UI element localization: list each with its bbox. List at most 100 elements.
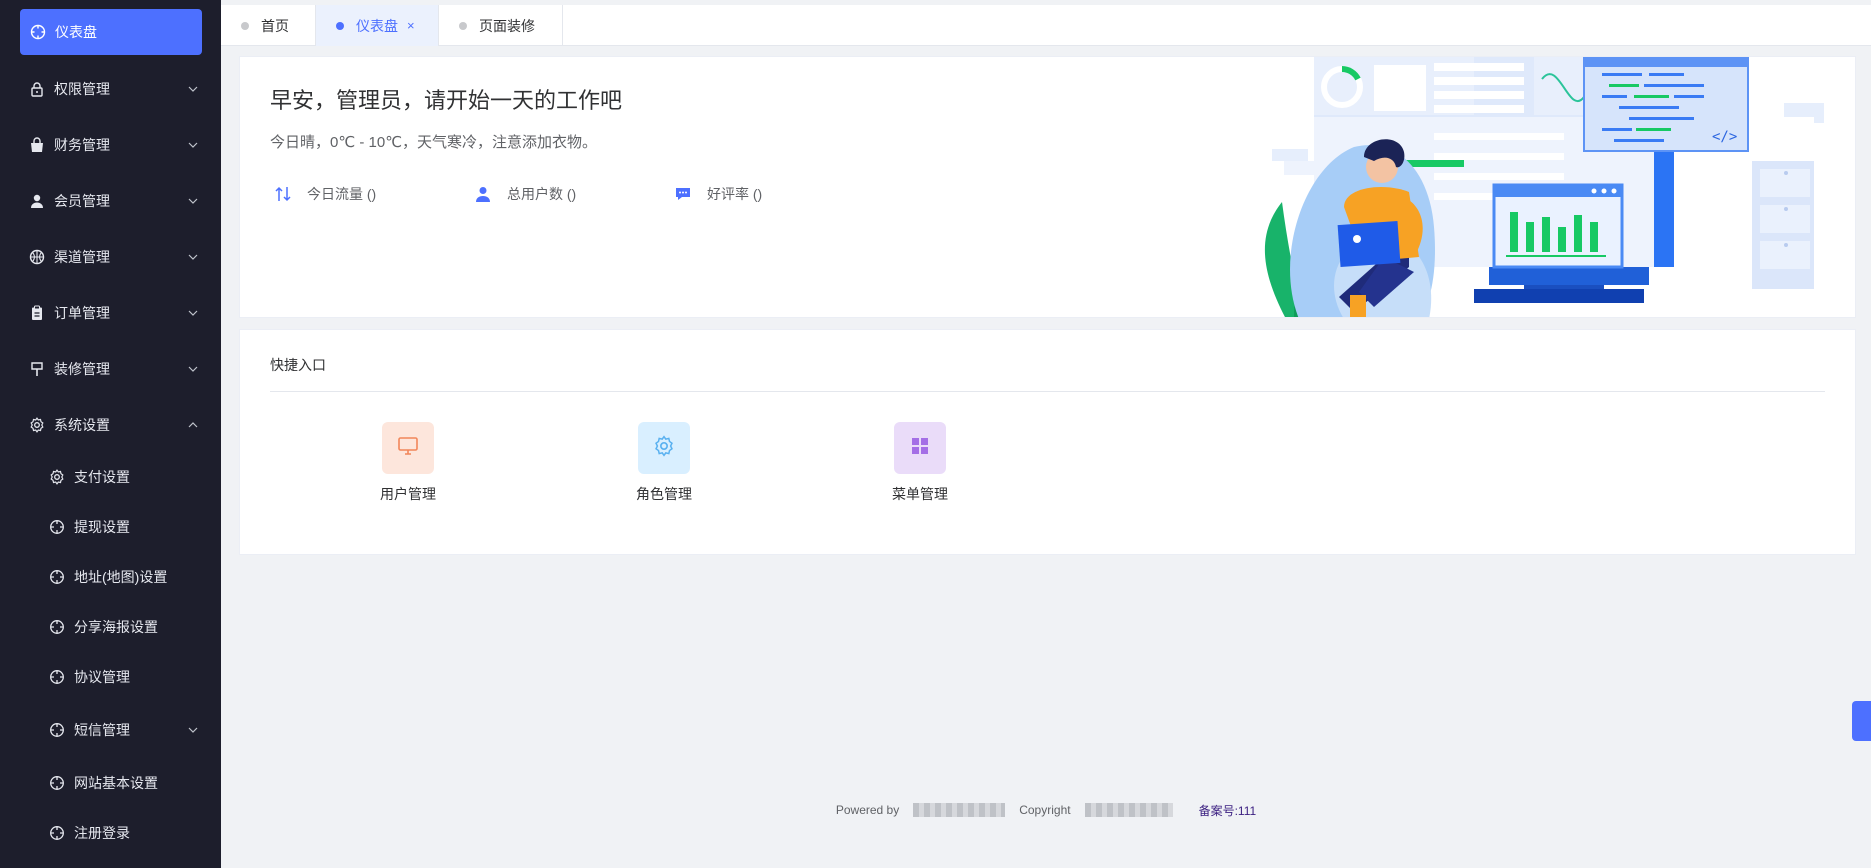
tab-label: 页面装修 [479,17,535,34]
sidebar-subitem-payment-settings[interactable]: 支付设置 [0,452,221,502]
gear-icon [49,469,65,485]
tab-status-dot [241,21,249,30]
chevron-down-icon [187,139,199,151]
sidebar-item-label: 财务管理 [54,137,110,153]
sidebar-item-label: 订单管理 [54,305,110,321]
footer: Powered by Copyright 备案号:111 [221,800,1871,820]
sidebar-subitem-address-map-settings[interactable]: 地址(地图)设置 [0,552,221,602]
footer-redacted-owner [1084,803,1173,817]
tab-home[interactable]: 首页 [221,5,316,46]
sidebar-item-label: 系统设置 [54,417,110,433]
sidebar-item-members[interactable]: 会员管理 [0,173,221,229]
chevron-down-icon [187,724,199,736]
footer-copyright: Copyright [1019,803,1071,817]
comment-icon [673,184,693,204]
quick-entry-label: 菜单管理 [892,486,948,502]
grid-icon [910,436,930,461]
dashboard-icon [30,24,46,40]
dashboard-illustration: </> [1264,57,1824,317]
lock-icon [29,81,45,97]
sidebar-item-label: 权限管理 [54,81,110,97]
footer-powered-by: Powered by [835,803,900,817]
close-icon[interactable]: × [407,18,415,33]
welcome-card: 早安，管理员，请开始一天的工作吧 今日晴，0℃ - 10℃，天气寒冷，注意添加衣… [239,56,1856,318]
sidebar-item-label: 提现设置 [74,519,130,535]
sidebar-item-channels[interactable]: 渠道管理 [0,229,221,285]
weather-text: 今日晴，0℃ - 10℃，天气寒冷，注意添加衣物。 [270,134,598,151]
sidebar-item-permissions[interactable]: 权限管理 [0,61,221,117]
svg-text:</>: </> [1712,129,1737,145]
footer-icp-link[interactable]: 备案号:111 [1199,802,1257,819]
sidebar: 仪表盘 权限管理 财务管理 会员管理 渠道管理 订单管理 装修管理 系统设置 支… [0,0,221,868]
chevron-down-icon [187,83,199,95]
quick-entry-menu-management[interactable]: 菜单管理 [870,422,970,504]
sidebar-item-label: 仪表盘 [55,24,97,40]
sidebar-item-label: 支付设置 [74,469,130,485]
chevron-down-icon [187,363,199,375]
sidebar-item-label: 渠道管理 [54,249,110,265]
greeting-title: 早安，管理员，请开始一天的工作吧 [270,88,623,113]
tab-dashboard[interactable]: 仪表盘 × [316,5,439,46]
gear-icon [29,417,45,433]
divider [270,391,1825,392]
quick-entry-icon-box [382,422,434,474]
target-icon [49,519,65,535]
stat-label: 好评率 () [707,186,763,202]
footer-redacted-name [913,803,1006,817]
clipboard-icon [29,305,45,321]
sidebar-item-label: 短信管理 [74,722,130,738]
quick-entry-icon-box [894,422,946,474]
tab-label: 仪表盘 [356,17,398,34]
sidebar-subitem-withdraw-settings[interactable]: 提现设置 [0,502,221,552]
sidebar-subitem-sms-management[interactable]: 短信管理 [0,705,221,755]
tab-label: 首页 [261,17,289,34]
target-icon [49,722,65,738]
quick-entry-user-management[interactable]: 用户管理 [358,422,458,504]
sidebar-item-label: 协议管理 [74,669,130,685]
chevron-down-icon [187,195,199,207]
stat-label: 总用户数 () [507,186,577,202]
floating-side-button[interactable] [1852,701,1871,741]
stat-traffic: 今日流量 () [273,184,376,204]
target-icon [49,619,65,635]
target-icon [49,669,65,685]
stat-rating: 好评率 () [673,184,762,204]
sidebar-item-orders[interactable]: 订单管理 [0,285,221,341]
sidebar-item-label: 注册登录 [74,825,130,841]
traffic-icon [273,184,293,204]
sidebar-item-finance[interactable]: 财务管理 [0,117,221,173]
stat-label: 今日流量 () [307,186,377,202]
sidebar-item-dashboard[interactable]: 仪表盘 [20,9,202,55]
sidebar-subitem-site-basic-settings[interactable]: 网站基本设置 [0,758,221,808]
quick-entry-label: 角色管理 [636,486,692,502]
basketball-icon [29,249,45,265]
target-icon [49,775,65,791]
quick-entry-card: 快捷入口 用户管理 角色管理 菜单管理 [239,329,1856,555]
sidebar-subitem-agreement-management[interactable]: 协议管理 [0,652,221,702]
sidebar-item-label: 网站基本设置 [74,775,158,791]
sidebar-item-label: 分享海报设置 [74,619,158,635]
sidebar-subitem-register-login[interactable]: 注册登录 [0,808,221,858]
bag-icon [29,137,45,153]
sidebar-subitem-share-poster-settings[interactable]: 分享海报设置 [0,602,221,652]
quick-entry-title: 快捷入口 [270,357,326,373]
sidebar-item-system-settings[interactable]: 系统设置 [0,397,221,453]
sidebar-item-label: 装修管理 [54,361,110,377]
sidebar-item-decoration[interactable]: 装修管理 [0,341,221,397]
gear-icon [653,434,675,462]
quick-entry-role-management[interactable]: 角色管理 [614,422,714,504]
tab-page-decoration[interactable]: 页面装修 [439,5,563,46]
tab-status-dot [459,21,467,30]
sidebar-item-label: 地址(地图)设置 [74,569,168,585]
tab-bar: 首页 仪表盘 × 页面装修 [221,0,1871,46]
target-icon [49,825,65,841]
stat-total-users: 总用户数 () [473,184,576,204]
tab-status-dot [336,21,344,30]
chevron-down-icon [187,307,199,319]
chevron-down-icon [187,251,199,263]
chevron-up-icon [187,419,199,431]
quick-entry-icon-box [638,422,690,474]
quick-entry-label: 用户管理 [380,486,436,502]
target-icon [49,569,65,585]
user-icon [29,193,45,209]
